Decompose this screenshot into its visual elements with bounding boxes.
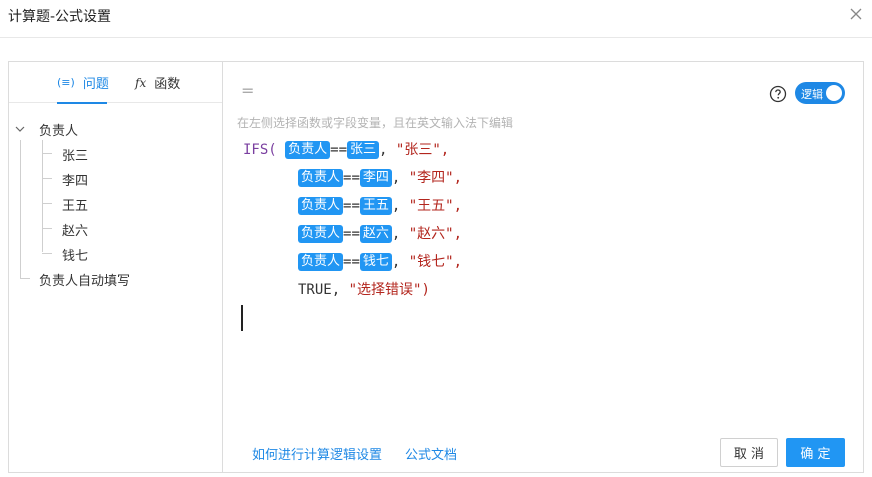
formula-editor[interactable]: = 在左侧选择函数或字段变量，且在英文输入法下编辑 逻辑 IFS( 负责人 == 张… — [224, 62, 863, 472]
field-tag[interactable]: 负责人 — [298, 197, 344, 215]
function-icon: fx — [135, 75, 147, 90]
question-field-icon: (≡) — [57, 76, 75, 89]
active-tab-indicator — [57, 102, 107, 104]
tree-guide — [42, 153, 52, 154]
close-icon[interactable] — [848, 6, 864, 22]
formula-panel: (≡) 问题 fx 函数 负责人 张三 李四 王五 赵六 钱七 负责人自动填写 … — [8, 61, 864, 473]
operator: == — [343, 198, 360, 214]
field-tag[interactable]: 负责人 — [285, 141, 331, 159]
result-string: "钱七", — [408, 254, 463, 270]
tree-guide — [42, 203, 52, 204]
field-tag[interactable]: 负责人 — [298, 169, 344, 187]
variable-sidebar: (≡) 问题 fx 函数 负责人 张三 李四 王五 赵六 钱七 负责人自动填写 — [9, 62, 223, 472]
toggle-knob — [826, 85, 842, 101]
tab-function[interactable]: fx 函数 — [135, 62, 180, 103]
operator: == — [343, 254, 360, 270]
tree-guide — [42, 253, 52, 254]
tab-function-label: 函数 — [154, 77, 181, 92]
text-cursor — [241, 305, 243, 331]
result-string: "赵六", — [408, 226, 463, 242]
cancel-button[interactable]: 取 消 — [720, 438, 778, 467]
formula-line: 负责人 == 李四, "李四", — [298, 167, 462, 189]
value-tag[interactable]: 赵六 — [359, 225, 392, 243]
result-string: "张三", — [395, 142, 450, 158]
field-tag[interactable]: 负责人 — [298, 253, 344, 271]
formula-line: IFS( 负责人 == 张三, "张三", — [243, 141, 450, 159]
tab-question[interactable]: (≡) 问题 — [57, 62, 109, 104]
tree-leaf[interactable]: 钱七 — [62, 245, 88, 264]
operator: == — [343, 226, 360, 242]
field-tag[interactable]: 负责人 — [298, 225, 344, 243]
confirm-button[interactable]: 确 定 — [786, 438, 845, 467]
formula-dialog: 计算题-公式设置 (≡) 问题 fx 函数 负责人 张三 李四 王五 赵六 钱七… — [0, 0, 872, 477]
default-condition: TRUE, — [298, 282, 341, 298]
dialog-title: 计算题-公式设置 — [8, 9, 112, 25]
logic-help-link[interactable]: 如何进行计算逻辑设置 — [252, 444, 382, 463]
tree-node-负责人[interactable]: 负责人 — [39, 120, 78, 139]
tree-guide — [42, 178, 52, 179]
formula-line: 负责人 == 钱七, "钱七", — [298, 251, 462, 273]
logic-toggle-label: 逻辑 — [801, 88, 823, 101]
tree-leaf[interactable]: 李四 — [62, 170, 88, 189]
value-tag[interactable]: 钱七 — [359, 253, 392, 271]
tree-guide — [20, 140, 21, 278]
value-tag[interactable]: 张三 — [347, 141, 380, 159]
tree-node-auto-fill[interactable]: 负责人自动填写 — [39, 270, 130, 289]
formula-doc-link[interactable]: 公式文档 — [405, 444, 457, 463]
tree-guide — [20, 278, 30, 279]
value-tag[interactable]: 王五 — [359, 197, 392, 215]
tab-question-label: 问题 — [82, 77, 109, 92]
tree-guide — [42, 228, 52, 229]
sidebar-tabs: (≡) 问题 fx 函数 — [9, 62, 222, 104]
editor-hint: 在左侧选择函数或字段变量，且在英文输入法下编辑 — [237, 116, 514, 130]
equals-sign: = — [241, 81, 255, 100]
operator: == — [330, 142, 348, 158]
chevron-down-icon[interactable] — [15, 124, 25, 134]
default-result: "选择错误") — [348, 282, 430, 298]
result-string: "李四", — [408, 170, 463, 186]
operator: == — [343, 170, 360, 186]
tree-guide — [42, 140, 43, 252]
function-name: IFS( — [243, 142, 277, 158]
help-icon[interactable] — [769, 85, 787, 103]
tree-leaf[interactable]: 王五 — [62, 195, 88, 214]
formula-line: 负责人 == 赵六, "赵六", — [298, 223, 462, 245]
value-tag[interactable]: 李四 — [359, 169, 392, 187]
result-string: "王五", — [408, 198, 463, 214]
formula-line: TRUE, "选择错误") — [298, 279, 430, 301]
tree-leaf[interactable]: 张三 — [62, 145, 88, 164]
logic-toggle[interactable]: 逻辑 — [795, 82, 845, 104]
formula-line: 负责人 == 王五, "王五", — [298, 195, 462, 217]
tree-leaf[interactable]: 赵六 — [62, 220, 88, 239]
dialog-header: 计算题-公式设置 — [0, 0, 872, 38]
